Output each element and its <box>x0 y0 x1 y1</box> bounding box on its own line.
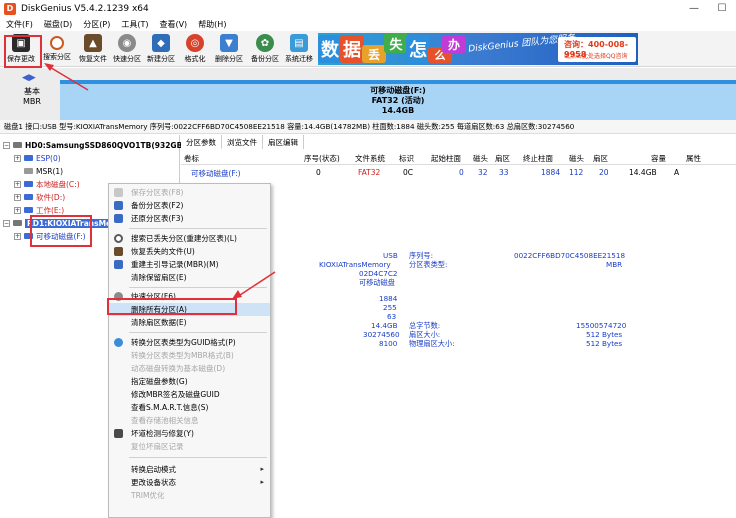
arrowhead-save-icon <box>44 63 54 71</box>
arrowhead-delete-icon <box>232 290 242 299</box>
arrow-to-save <box>47 65 89 91</box>
arrow-to-delete <box>236 271 276 298</box>
annotation-arrows <box>44 63 276 299</box>
